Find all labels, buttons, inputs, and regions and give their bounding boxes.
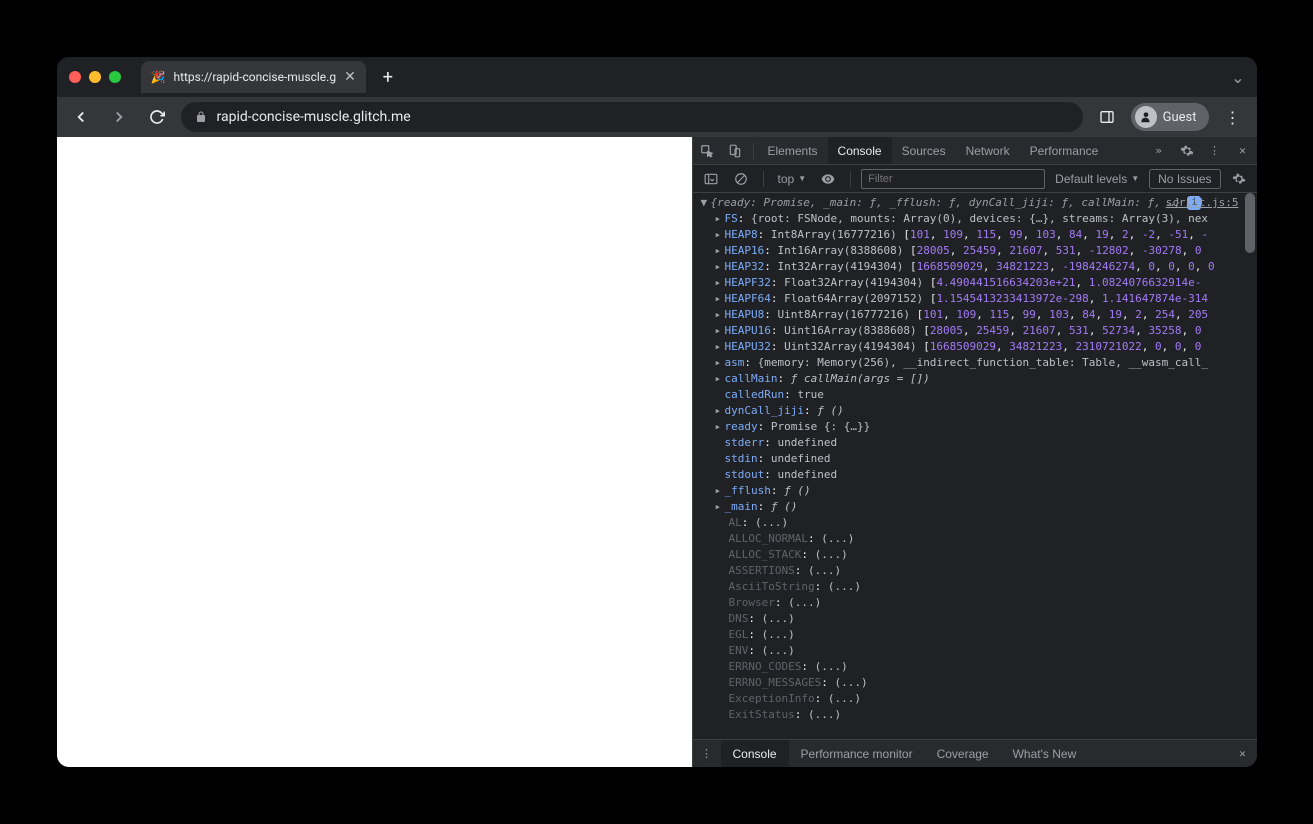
drawer-tab-performance-monitor[interactable]: Performance monitor bbox=[789, 740, 925, 767]
prop-row[interactable]: ▸HEAPF32: Float32Array(4194304) [4.49044… bbox=[701, 275, 1257, 291]
tab-title: https://rapid-concise-muscle.g bbox=[173, 70, 336, 84]
devtools-tab-console[interactable]: Console bbox=[828, 137, 892, 164]
prop-row-dim[interactable]: AsciiToString: (...) bbox=[701, 579, 1257, 595]
devtools-tab-network[interactable]: Network bbox=[956, 137, 1020, 164]
prop-row[interactable]: ▸dynCall_jiji: ƒ () bbox=[701, 403, 1257, 419]
maximize-window-button[interactable] bbox=[109, 71, 121, 83]
prop-row[interactable]: ▸HEAP32: Int32Array(4194304) [1668509029… bbox=[701, 259, 1257, 275]
execution-context-selector[interactable]: top ▼ bbox=[774, 172, 811, 186]
drawer-tab-coverage[interactable]: Coverage bbox=[925, 740, 1001, 767]
more-tabs-button[interactable]: » bbox=[1145, 137, 1173, 165]
prop-row[interactable]: ▸FS: {root: FSNode, mounts: Array(0), de… bbox=[701, 211, 1257, 227]
content-area: ElementsConsoleSourcesNetworkPerformance… bbox=[57, 137, 1257, 767]
prop-row-dim[interactable]: EGL: (...) bbox=[701, 627, 1257, 643]
browser-menu-button[interactable]: ⋮ bbox=[1219, 108, 1247, 127]
prop-row[interactable]: ▸asm: {memory: Memory(256), __indirect_f… bbox=[701, 355, 1257, 371]
prop-row[interactable]: ▸HEAPU8: Uint8Array(16777216) [101, 109,… bbox=[701, 307, 1257, 323]
browser-tab[interactable]: 🎉 https://rapid-concise-muscle.g ✕ bbox=[141, 61, 366, 93]
minimize-window-button[interactable] bbox=[89, 71, 101, 83]
browser-window: 🎉 https://rapid-concise-muscle.g ✕ + ⌄ r… bbox=[57, 57, 1257, 767]
close-devtools-button[interactable]: ✕ bbox=[1229, 137, 1257, 165]
page-viewport[interactable] bbox=[57, 137, 692, 767]
drawer-tab-console[interactable]: Console bbox=[721, 740, 789, 767]
prop-row[interactable]: stderr: undefined bbox=[701, 435, 1257, 451]
favicon-icon: 🎉 bbox=[151, 70, 166, 84]
profile-button[interactable]: Guest bbox=[1131, 103, 1209, 131]
browser-toolbar: rapid-concise-muscle.glitch.me Guest ⋮ bbox=[57, 97, 1257, 137]
source-link[interactable]: script.js:5 bbox=[1166, 195, 1239, 211]
address-bar[interactable]: rapid-concise-muscle.glitch.me bbox=[181, 102, 1083, 132]
context-label: top bbox=[778, 172, 795, 186]
drawer-tab-what-s-new[interactable]: What's New bbox=[1001, 740, 1089, 767]
issues-button[interactable]: No Issues bbox=[1149, 169, 1220, 189]
prop-row[interactable]: stdout: undefined bbox=[701, 467, 1257, 483]
console-toolbar: top ▼ Default levels ▼ No Issues bbox=[693, 165, 1257, 193]
inspect-element-button[interactable] bbox=[693, 137, 721, 165]
prop-row-dim[interactable]: ExitStatus: (...) bbox=[701, 707, 1257, 723]
prop-row-dim[interactable]: ASSERTIONS: (...) bbox=[701, 563, 1257, 579]
prop-row-dim[interactable]: ERRNO_CODES: (...) bbox=[701, 659, 1257, 675]
devtools-tab-elements[interactable]: Elements bbox=[758, 137, 828, 164]
close-drawer-button[interactable]: ✕ bbox=[1229, 740, 1257, 768]
close-window-button[interactable] bbox=[69, 71, 81, 83]
side-panel-button[interactable] bbox=[1093, 103, 1121, 131]
prop-row[interactable]: ▸HEAPU16: Uint16Array(8388608) [28005, 2… bbox=[701, 323, 1257, 339]
tab-strip: 🎉 https://rapid-concise-muscle.g ✕ + ⌄ bbox=[57, 57, 1257, 97]
profile-label: Guest bbox=[1163, 110, 1197, 125]
prop-row-dim[interactable]: AL: (...) bbox=[701, 515, 1257, 531]
close-tab-button[interactable]: ✕ bbox=[344, 69, 356, 85]
prop-row-dim[interactable]: ExceptionInfo: (...) bbox=[701, 691, 1257, 707]
console-filter[interactable] bbox=[861, 169, 1045, 189]
devtools-tab-performance[interactable]: Performance bbox=[1020, 137, 1109, 164]
drawer-menu-button[interactable]: ⋮ bbox=[693, 740, 721, 768]
back-button[interactable] bbox=[67, 103, 95, 131]
devtools-tab-bar: ElementsConsoleSourcesNetworkPerformance… bbox=[693, 137, 1257, 165]
prop-row-dim[interactable]: ALLOC_NORMAL: (...) bbox=[701, 531, 1257, 547]
prop-row-dim[interactable]: ENV: (...) bbox=[701, 643, 1257, 659]
prop-row[interactable]: ▸_main: ƒ () bbox=[701, 499, 1257, 515]
reload-button[interactable] bbox=[143, 103, 171, 131]
prop-row[interactable]: ▸HEAP16: Int16Array(8388608) [28005, 254… bbox=[701, 243, 1257, 259]
prop-row-dim[interactable]: DNS: (...) bbox=[701, 611, 1257, 627]
console-settings-button[interactable] bbox=[1227, 167, 1251, 191]
devtools-panel: ElementsConsoleSourcesNetworkPerformance… bbox=[692, 137, 1257, 767]
prop-row-dim[interactable]: Browser: (...) bbox=[701, 595, 1257, 611]
console-output[interactable]: script.js:5 ▼{ready: Promise, _main: ƒ, … bbox=[693, 193, 1257, 739]
lock-icon bbox=[195, 111, 207, 123]
chevron-down-icon: ▼ bbox=[798, 174, 806, 183]
live-expression-button[interactable] bbox=[816, 167, 840, 191]
scrollbar-thumb[interactable] bbox=[1245, 193, 1255, 253]
prop-row[interactable]: ▸HEAPF64: Float64Array(2097152) [1.15454… bbox=[701, 291, 1257, 307]
console-sidebar-toggle[interactable] bbox=[699, 167, 723, 191]
prop-row[interactable]: ▸HEAP8: Int8Array(16777216) [101, 109, 1… bbox=[701, 227, 1257, 243]
log-level-selector[interactable]: Default levels ▼ bbox=[1051, 172, 1143, 186]
prop-row[interactable]: calledRun: true bbox=[701, 387, 1257, 403]
filter-input[interactable] bbox=[861, 169, 1045, 189]
prop-row[interactable]: ▸_fflush: ƒ () bbox=[701, 483, 1257, 499]
chevron-down-icon: ▼ bbox=[1131, 174, 1139, 183]
prop-row[interactable]: ▸callMain: ƒ callMain(args = []) bbox=[701, 371, 1257, 387]
window-controls bbox=[69, 71, 121, 83]
avatar-icon bbox=[1135, 106, 1157, 128]
new-tab-button[interactable]: + bbox=[374, 63, 402, 91]
prop-row[interactable]: stdin: undefined bbox=[701, 451, 1257, 467]
devtools-tab-sources[interactable]: Sources bbox=[892, 137, 956, 164]
prop-row-dim[interactable]: ERRNO_MESSAGES: (...) bbox=[701, 675, 1257, 691]
prop-row[interactable]: ▸ready: Promise {: {…}} bbox=[701, 419, 1257, 435]
prop-row-dim[interactable]: ALLOC_STACK: (...) bbox=[701, 547, 1257, 563]
settings-button[interactable] bbox=[1173, 137, 1201, 165]
url-text: rapid-concise-muscle.glitch.me bbox=[217, 109, 411, 125]
forward-button[interactable] bbox=[105, 103, 133, 131]
prop-row[interactable]: ▸HEAPU32: Uint32Array(4194304) [16685090… bbox=[701, 339, 1257, 355]
device-mode-button[interactable] bbox=[721, 137, 749, 165]
devtools-menu-button[interactable]: ⋮ bbox=[1201, 137, 1229, 165]
devtools-drawer: ⋮ ConsolePerformance monitorCoverageWhat… bbox=[693, 739, 1257, 767]
tab-search-button[interactable]: ⌄ bbox=[1231, 68, 1244, 87]
clear-console-button[interactable] bbox=[729, 167, 753, 191]
